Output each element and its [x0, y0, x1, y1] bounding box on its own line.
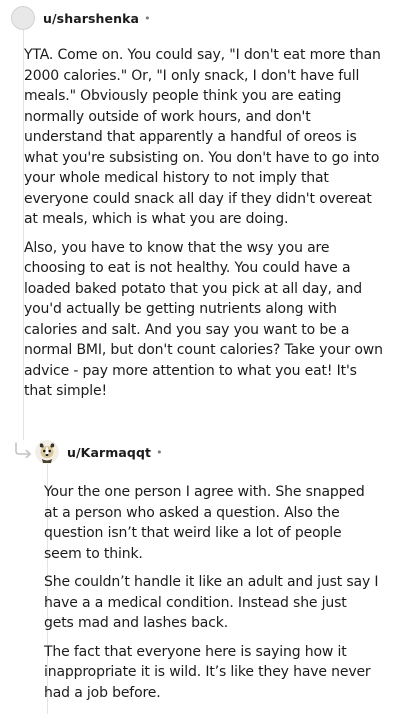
avatar-icon	[11, 6, 35, 30]
separator-dot: •	[144, 11, 151, 25]
comment-paragraph: She couldn’t handle it like an adult and…	[44, 574, 379, 631]
avatar[interactable]	[35, 440, 59, 464]
comment-paragraph: Also, you have to know that the wsy you …	[24, 239, 383, 400]
avatar[interactable]	[11, 6, 35, 30]
comment-header: u/sharshenka •	[0, 2, 400, 34]
comment-paragraph: YTA. Come on. You could say, "I don't ea…	[24, 47, 381, 227]
comment-body: YTA. Come on. You could say, "I don't ea…	[24, 45, 384, 402]
comment-header: u/Karmaqqt •	[0, 436, 400, 468]
comment-karmaqqt: u/Karmaqqt • Your the one person I agree…	[0, 436, 400, 701]
dog-avatar-icon	[35, 440, 59, 464]
comment-paragraph: The fact that everyone here is saying ho…	[44, 643, 371, 701]
comment-sharshenka: u/sharshenka • YTA. Come on. You could s…	[0, 2, 400, 399]
username[interactable]: u/Karmaqqt	[67, 445, 151, 460]
comment-body: Your the one person I agree with. She sn…	[44, 482, 380, 703]
separator-dot: •	[156, 445, 163, 459]
username[interactable]: u/sharshenka	[43, 11, 139, 26]
comment-paragraph: Your the one person I agree with. She sn…	[44, 484, 365, 562]
